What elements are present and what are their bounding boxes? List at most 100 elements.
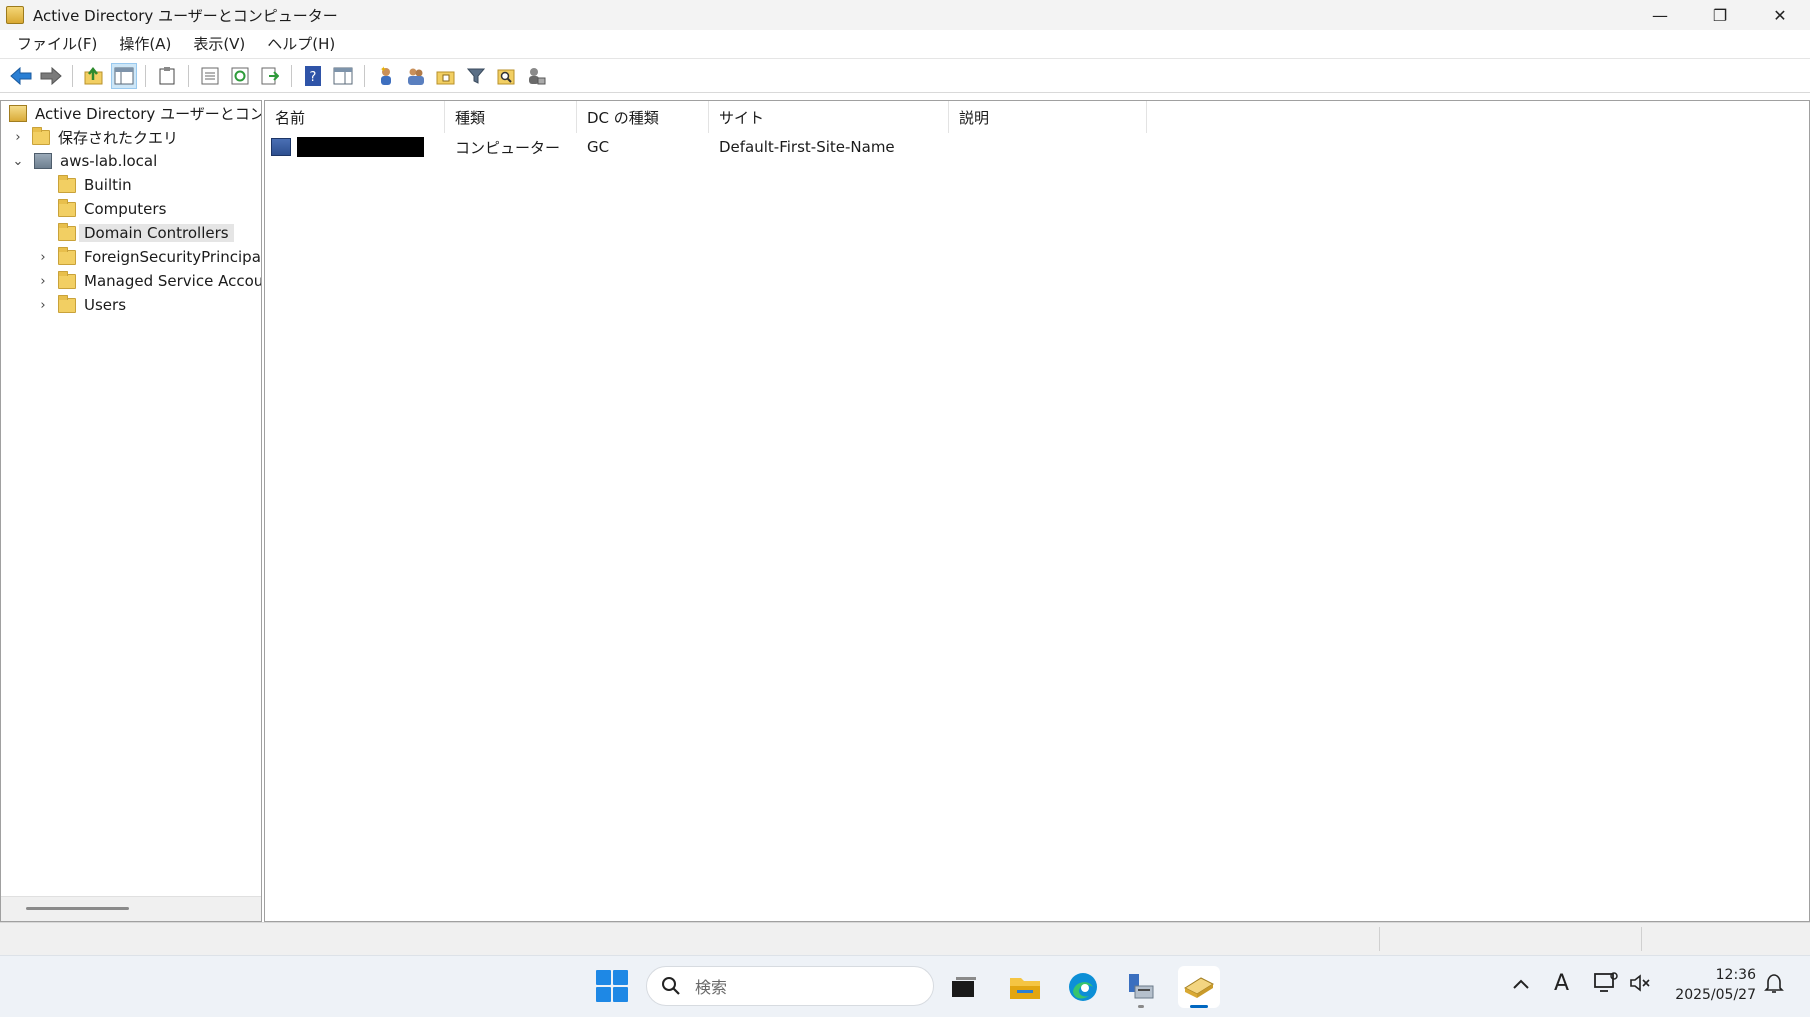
menu-bar: ファイル(F) 操作(A) 表示(V) ヘルプ(H) <box>0 30 1810 59</box>
clock-date: 2025/05/27 <box>1675 987 1756 1003</box>
close-button[interactable]: ✕ <box>1750 0 1810 30</box>
show-hidden-icons-button[interactable] <box>1512 972 1530 996</box>
column-type[interactable]: 種類 <box>445 101 577 133</box>
details-pane: 名前 種類 DC の種類 サイト 説明 コンピューター GC Default-F… <box>264 100 1810 922</box>
toolbar-separator <box>145 65 146 87</box>
chevron-right-icon[interactable]: › <box>12 126 24 148</box>
clock[interactable]: 12:36 2025/05/27 <box>1670 965 1756 1005</box>
column-site[interactable]: サイト <box>709 101 949 133</box>
file-explorer-button[interactable] <box>1004 966 1046 1008</box>
tree-item-builtin[interactable]: Builtin <box>58 174 132 196</box>
search-placeholder: 検索 <box>695 978 728 997</box>
up-icon[interactable] <box>81 63 107 89</box>
tree-item-label: Builtin <box>84 176 132 194</box>
toolbar-separator <box>188 65 189 87</box>
menu-view[interactable]: 表示(V) <box>182 30 256 59</box>
find-icon[interactable] <box>493 63 519 89</box>
cell-dc-type: GC <box>587 138 610 156</box>
chevron-right-icon[interactable]: › <box>37 294 49 316</box>
back-icon[interactable] <box>8 63 34 89</box>
minimize-button[interactable]: — <box>1630 0 1690 30</box>
file-explorer-icon <box>1010 978 1040 999</box>
tree-item-users[interactable]: Users <box>58 294 126 316</box>
tree-item-domain[interactable]: aws-lab.local <box>34 150 157 172</box>
show-hide-console-tree-icon[interactable] <box>111 63 137 89</box>
menu-file[interactable]: ファイル(F) <box>6 30 108 59</box>
notifications-button[interactable] <box>1763 972 1785 999</box>
properties-icon[interactable] <box>197 63 223 89</box>
delegate-icon[interactable] <box>523 63 549 89</box>
aduc-root-icon <box>9 104 27 122</box>
export-list-icon[interactable] <box>257 63 283 89</box>
chevron-right-icon[interactable]: › <box>37 246 49 268</box>
folder-icon <box>58 270 76 289</box>
server-manager-icon <box>1129 974 1154 999</box>
cell-type: コンピューター <box>455 138 561 157</box>
column-dc-type[interactable]: DC の種類 <box>577 101 709 133</box>
status-divider <box>1641 927 1642 951</box>
toolbar-separator <box>291 65 292 87</box>
aduc-book-icon <box>1183 977 1215 998</box>
svg-text:?: ? <box>310 70 317 85</box>
toolbar: ? ✦ <box>0 60 1810 93</box>
taskbar: 検索 A 12:36 2025/05/27 <box>0 955 1810 1017</box>
forward-icon[interactable] <box>38 63 64 89</box>
new-ou-icon[interactable] <box>433 63 459 89</box>
menu-action[interactable]: 操作(A) <box>108 30 182 59</box>
console-tree-icon[interactable] <box>330 63 356 89</box>
clipboard-icon[interactable] <box>154 63 180 89</box>
search-icon <box>662 977 680 995</box>
tree-item-domain-controllers[interactable]: Domain Controllers <box>58 222 234 244</box>
filter-icon[interactable] <box>463 63 489 89</box>
status-bar <box>0 922 1810 955</box>
tree-item-label: Computers <box>84 200 167 218</box>
tree-item-managed-service-accounts[interactable]: Managed Service Accour <box>58 270 261 292</box>
new-group-icon[interactable] <box>403 63 429 89</box>
aduc-taskbar-button[interactable] <box>1178 966 1220 1008</box>
active-indicator <box>1190 1005 1208 1008</box>
help-icon[interactable]: ? <box>300 63 326 89</box>
server-manager-button[interactable] <box>1120 966 1162 1008</box>
ime-indicator[interactable]: A <box>1554 971 1569 996</box>
tree-item-label: 保存されたクエリ <box>58 128 179 147</box>
aduc-app-icon <box>6 6 24 24</box>
cell-name <box>265 135 445 159</box>
tree-item-label: Domain Controllers <box>79 224 234 242</box>
column-name[interactable]: 名前 <box>265 101 445 133</box>
tree-item-computers[interactable]: Computers <box>58 198 166 220</box>
cell-site: Default-First-Site-Name <box>719 138 895 156</box>
domain-controller-icon <box>271 138 291 156</box>
chevron-up-icon <box>1513 979 1529 989</box>
refresh-icon[interactable] <box>227 63 253 89</box>
scrollbar-thumb[interactable] <box>26 907 129 910</box>
tree-item-label: Users <box>84 296 127 314</box>
window-controls: — ❐ ✕ <box>1630 0 1810 30</box>
edge-icon <box>1069 973 1097 1001</box>
tree-item-saved-queries[interactable]: 保存されたクエリ <box>32 126 178 148</box>
folder-icon <box>58 174 76 193</box>
speaker-muted-icon <box>1630 974 1650 992</box>
table-row[interactable]: コンピューター GC Default-First-Site-Name <box>265 135 1147 159</box>
tree-root[interactable]: Active Directory ユーザーとコンピュー <box>9 102 261 124</box>
running-indicator <box>1138 1005 1144 1008</box>
title-bar: Active Directory ユーザーとコンピューター — ❐ ✕ <box>0 0 1810 30</box>
restore-button[interactable]: ❐ <box>1690 0 1750 30</box>
taskbar-search[interactable]: 検索 <box>646 966 934 1006</box>
new-user-icon[interactable]: ✦ <box>373 63 399 89</box>
tree-item-label: ForeignSecurityPrincipals <box>84 248 262 266</box>
console-tree: Active Directory ユーザーとコンピュー › 保存されたクエリ ⌄… <box>0 100 262 922</box>
chevron-down-icon[interactable]: ⌄ <box>12 150 24 172</box>
volume-icon-button[interactable] <box>1629 972 1651 999</box>
tree-item-foreign-security-principals[interactable]: ForeignSecurityPrincipals <box>58 246 262 268</box>
start-button[interactable] <box>596 970 628 1002</box>
folder-icon <box>32 126 50 145</box>
edge-button[interactable] <box>1062 966 1104 1008</box>
task-view-button[interactable] <box>943 966 985 1008</box>
folder-icon <box>58 294 76 313</box>
window-title: Active Directory ユーザーとコンピューター <box>33 6 338 25</box>
network-icon-button[interactable] <box>1594 972 1618 999</box>
chevron-right-icon[interactable]: › <box>37 270 49 292</box>
menu-help[interactable]: ヘルプ(H) <box>256 30 346 59</box>
column-description[interactable]: 説明 <box>949 101 1147 133</box>
network-icon <box>1594 972 1618 992</box>
